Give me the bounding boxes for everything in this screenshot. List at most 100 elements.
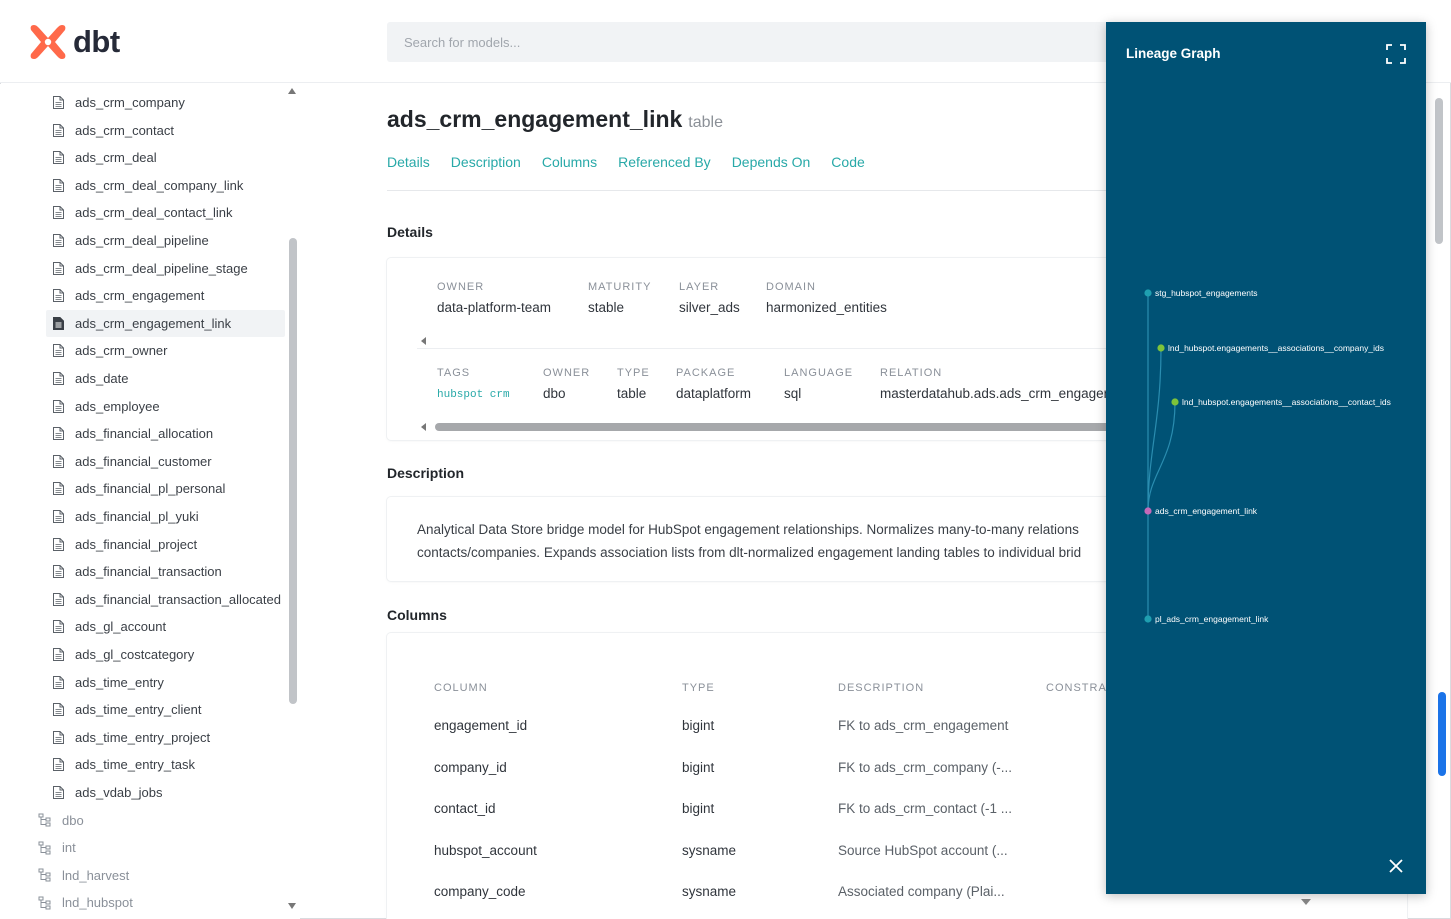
lineage-node-label: ads_crm_engagement_link <box>1155 506 1258 516</box>
package-label: PACKAGE <box>676 367 736 379</box>
sidebar-model-item[interactable]: ads_crm_deal_company_link <box>46 172 285 199</box>
relation-value: masterdatahub.ads.ads_crm_engager <box>880 386 1109 401</box>
tab-referenced-by[interactable]: Referenced By <box>618 154 711 170</box>
schema-tree-icon <box>38 813 51 827</box>
sidebar-model-label: ads_crm_deal_pipeline <box>75 233 209 248</box>
tab-description[interactable]: Description <box>451 154 521 170</box>
sidebar-model-label: ads_crm_deal_contact_link <box>75 205 233 221</box>
sidebar-model-item[interactable]: ads_employee <box>46 393 285 420</box>
sidebar-model-item[interactable]: ads_financial_project <box>46 531 285 558</box>
meta-scroll-left-arrow[interactable] <box>421 337 426 345</box>
column-name: engagement_id <box>434 718 528 733</box>
lineage-graph[interactable]: stg_hubspot_engagements lnd_hubspot.engag… <box>1106 22 1426 894</box>
file-icon <box>53 510 64 523</box>
search-input[interactable] <box>387 22 1117 62</box>
sidebar-model-label: ads_time_entry_client <box>75 702 202 718</box>
sidebar-model-item[interactable]: ads_gl_account <box>46 613 285 640</box>
sidebar-model-item[interactable]: ads_crm_engagement <box>46 282 285 309</box>
sidebar-model-item[interactable]: ads_financial_transaction <box>46 558 285 585</box>
info-scroll-left-arrow[interactable] <box>421 423 426 431</box>
sidebar-model-label: ads_financial_allocation <box>75 426 214 442</box>
tab-details[interactable]: Details <box>387 154 430 170</box>
sidebar-model-item[interactable]: ads_financial_allocation <box>46 420 285 447</box>
sidebar-model-item[interactable]: ads_time_entry_project <box>46 724 285 751</box>
sidebar-model-item[interactable]: ads_vdab_jobs <box>46 779 285 806</box>
sidebar-model-item[interactable]: ads_financial_pl_personal <box>46 475 285 502</box>
sidebar-model-label: ads_employee <box>75 398 160 414</box>
sidebar-schema-item[interactable]: lnd_hubspot <box>38 889 133 916</box>
lineage-node-dot[interactable] <box>1157 344 1165 352</box>
lineage-node-dot[interactable] <box>1144 507 1152 515</box>
dbt-logo[interactable]: dbt <box>28 22 120 62</box>
column-type: bigint <box>682 801 715 816</box>
sidebar-model-item[interactable]: ads_crm_deal_pipeline_stage <box>46 255 285 282</box>
lineage-node[interactable]: lnd_hubspot.engagements__associations__c… <box>1157 343 1384 353</box>
lineage-node-dot[interactable] <box>1171 398 1179 406</box>
sidebar-model-item[interactable]: ads_crm_engagement_link <box>46 309 285 337</box>
lineage-node[interactable]: stg_hubspot_engagements <box>1144 288 1258 298</box>
tags-value[interactable]: hubspot crm <box>437 389 510 401</box>
lineage-node[interactable]: lnd_hubspot.engagements__associations__c… <box>1171 397 1391 407</box>
lineage-graph-panel: stg_hubspot_engagements lnd_hubspot.engag… <box>1106 22 1426 894</box>
sidebar-model-label: ads_crm_deal_pipeline_stage <box>75 260 248 276</box>
sidebar-model-item[interactable]: ads_financial_pl_yuki <box>46 503 285 530</box>
dbt-logo-icon <box>30 25 66 59</box>
sidebar-schema-item[interactable]: lnd_harvest <box>38 862 129 889</box>
sidebar-schema-item[interactable]: dbo <box>38 807 84 834</box>
column-name: company_id <box>434 759 507 775</box>
tab-code[interactable]: Code <box>831 154 864 170</box>
file-icon <box>53 565 64 579</box>
owner-value: data-platform-team <box>437 300 552 315</box>
page-title: ads_crm_engagement_link table <box>387 106 723 133</box>
sidebar-model-item[interactable]: ads_time_entry <box>46 669 285 696</box>
lineage-title: Lineage Graph <box>1126 46 1221 61</box>
sidebar-schema-item[interactable]: int <box>38 834 76 861</box>
sidebar-model-item[interactable]: ads_financial_transaction_allocated <box>46 586 285 613</box>
edge-company-ids-to-link <box>1147 347 1162 512</box>
sidebar-model-label: ads_gl_account <box>75 619 167 635</box>
description-section-title: Description <box>387 465 465 481</box>
tab-depends-on[interactable]: Depends On <box>732 154 811 170</box>
maturity-value: stable <box>588 300 625 315</box>
sidebar-model-item[interactable]: ads_crm_deal <box>46 144 285 171</box>
column-name: contact_id <box>434 801 496 816</box>
sidebar-model-item[interactable]: ads_crm_deal_pipeline <box>46 227 285 254</box>
page-scroll-down-arrow[interactable] <box>1301 899 1311 905</box>
sidebar-model-label: ads_financial_customer <box>75 453 212 469</box>
sidebar-model-item[interactable]: ads_time_entry_task <box>46 751 285 778</box>
file-icon <box>53 123 64 137</box>
sidebar-model-label: ads_financial_transaction_allocated <box>75 591 281 607</box>
page-scrollbar-thumb[interactable] <box>1435 98 1443 244</box>
sidebar-model-label: ads_crm_company <box>75 95 185 110</box>
tab-columns[interactable]: Columns <box>542 154 597 170</box>
description-line-1: Analytical Data Store bridge model for H… <box>417 522 1079 537</box>
domain-value: harmonized_entities <box>766 300 887 315</box>
sidebar-scroll-down-arrow[interactable] <box>288 903 296 909</box>
lineage-node[interactable]: ads_crm_engagement_link <box>1144 506 1258 516</box>
column-type: bigint <box>682 718 715 733</box>
sidebar-model-label: ads_crm_engagement_link <box>75 315 232 331</box>
sidebar-model-item[interactable]: ads_crm_owner <box>46 337 285 364</box>
sidebar-model-item[interactable]: ads_crm_deal_contact_link <box>46 199 285 226</box>
lineage-node[interactable]: pl_ads_crm_engagement_link <box>1144 614 1269 624</box>
file-icon <box>53 234 64 247</box>
sidebar-model-item[interactable]: ads_date <box>46 365 285 392</box>
sidebar-scroll-up-arrow[interactable] <box>288 88 296 94</box>
sidebar-model-item[interactable]: ads_gl_costcategory <box>46 641 285 668</box>
expand-icon[interactable] <box>1386 44 1406 64</box>
column-header-type: TYPE <box>682 682 715 694</box>
sidebar-model-label: ads_date <box>75 371 129 386</box>
file-icon <box>53 261 64 275</box>
sidebar-model-item[interactable]: ads_financial_customer <box>46 448 285 475</box>
logo-text: dbt <box>73 24 120 59</box>
lineage-node-label: stg_hubspot_engagements <box>1155 288 1258 298</box>
sidebar-scrollbar-thumb[interactable] <box>289 238 297 704</box>
lineage-node-dot[interactable] <box>1144 289 1152 297</box>
sidebar-model-item[interactable]: ads_crm_contact <box>46 117 285 144</box>
sidebar-model-item[interactable]: ads_crm_company <box>46 89 285 116</box>
sidebar-model-item[interactable]: ads_time_entry_client <box>46 696 285 723</box>
scroll-position-indicator[interactable] <box>1438 692 1446 776</box>
schema-owner-value: dbo <box>543 386 566 401</box>
close-icon[interactable] <box>1388 858 1404 874</box>
lineage-node-dot[interactable] <box>1144 615 1152 623</box>
